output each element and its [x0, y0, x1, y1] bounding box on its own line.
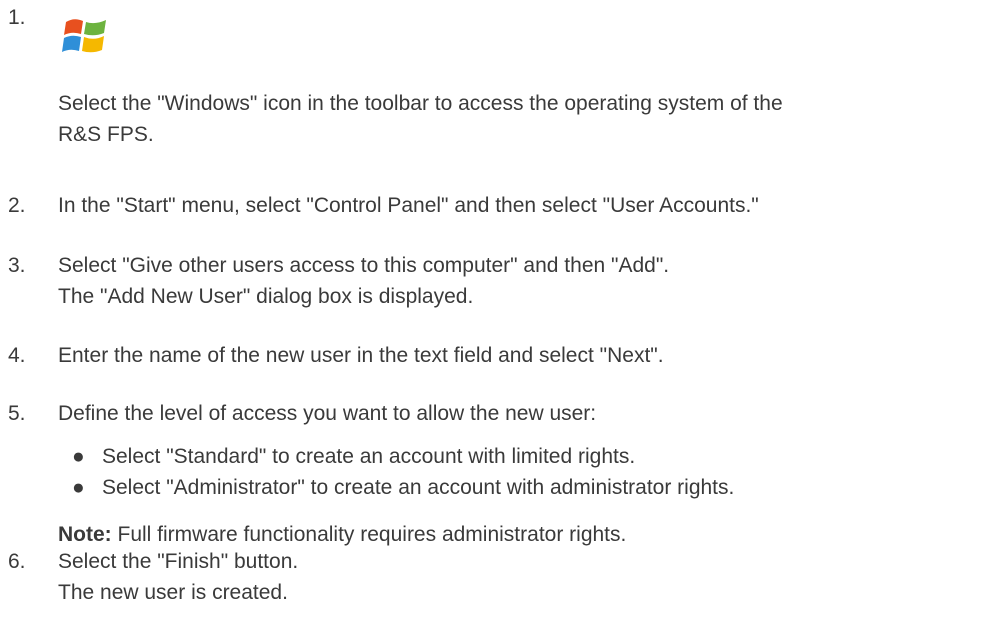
step-6-line-1: Select the "Finish" button. [58, 550, 299, 573]
bullet-item-administrator: ● Select "Administrator" to create an ac… [58, 472, 973, 503]
step-number: 6. [8, 550, 26, 573]
logo-yellow-pane [82, 36, 104, 53]
step-6-line-2: The new user is created. [58, 581, 288, 604]
logo-blue-pane [62, 35, 81, 52]
bullet-item-standard: ● Select "Standard" to create an account… [58, 441, 973, 472]
step-3-line-2: The "Add New User" dialog box is display… [58, 285, 474, 308]
note-label: Note: [58, 523, 112, 546]
step-number: 1. [8, 6, 26, 29]
step-number: 2. [8, 194, 26, 217]
step-2-line-1: In the "Start" menu, select "Control Pan… [58, 194, 759, 217]
step-5-line-1: Define the level of access you want to a… [58, 402, 597, 425]
bullet-dot: ● [72, 476, 85, 499]
bullet-text: Select "Standard" to create an account w… [102, 445, 636, 468]
bullet-text: Select "Administrator" to create an acco… [102, 476, 735, 499]
bullet-dot: ● [72, 445, 85, 468]
instruction-page: 1. Select the "Windows" icon in the tool… [0, 0, 982, 628]
step-1-line-1: Select the "Windows" icon in the toolbar… [58, 92, 783, 115]
windows-logo-icon [62, 19, 106, 53]
logo-green-pane [84, 20, 106, 36]
step-number: 3. [8, 254, 26, 277]
step-number: 4. [8, 344, 26, 367]
step-1-line-2: R&S FPS. [58, 123, 154, 146]
step-3-line-1: Select "Give other users access to this … [58, 254, 670, 277]
note-text: Full firmware functionality requires adm… [111, 523, 627, 546]
logo-red-pane [64, 19, 83, 35]
step-number: 5. [8, 402, 26, 425]
step-4-line-1: Enter the name of the new user in the te… [58, 344, 664, 367]
